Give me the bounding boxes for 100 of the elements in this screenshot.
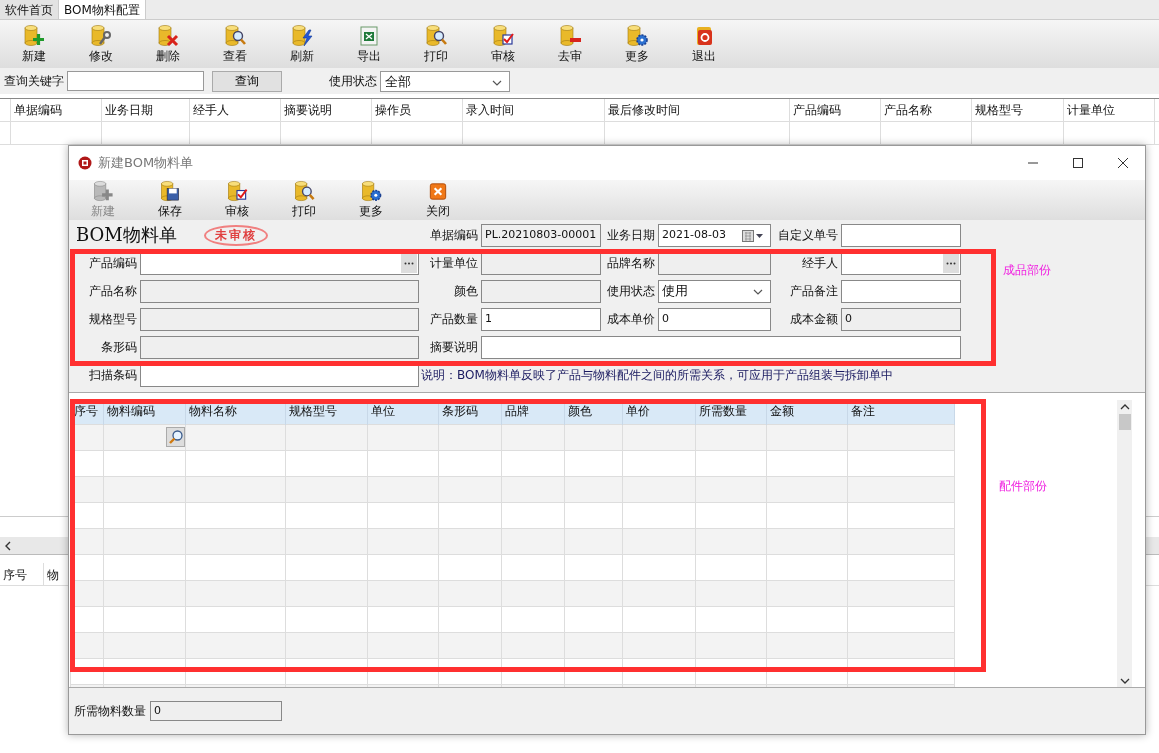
database-check-icon [490, 23, 515, 48]
field-label: 成本金额 [789, 311, 839, 328]
toolbar-button[interactable]: 导出 [335, 20, 402, 68]
column-header: 业务日期 [102, 99, 190, 121]
field-label: 产品编码 [88, 255, 138, 272]
toolbar-button[interactable]: 修改 [67, 20, 134, 68]
search-button[interactable] [166, 426, 185, 447]
column-header: 经手人 [190, 99, 281, 121]
input-field[interactable] [841, 223, 961, 247]
field-label: 颜色 [453, 283, 479, 300]
ellipsis-icon[interactable] [943, 254, 959, 273]
app-icon [78, 156, 92, 170]
column-header: 操作员 [372, 99, 463, 121]
field-label: 产品数量 [429, 311, 479, 328]
readonly-field[interactable] [140, 280, 419, 303]
field-label: 规格型号 [88, 311, 138, 328]
readonly-field[interactable] [481, 280, 601, 303]
readonly-field[interactable]: 0 [841, 308, 961, 331]
readonly-field[interactable] [481, 252, 601, 275]
dropdown-field[interactable]: 使用 [658, 280, 771, 303]
readonly-field[interactable] [140, 336, 419, 359]
search-label: 查询关键字 [4, 72, 64, 90]
database-magnifier-icon [222, 23, 247, 48]
field-label: 自定义单号 [777, 226, 839, 244]
maximize-icon[interactable] [1072, 157, 1084, 169]
readonly-field[interactable] [140, 308, 419, 331]
toolbar-button[interactable]: 打印 [270, 180, 337, 220]
field-label: 使用状态 [606, 283, 656, 300]
toolbar-button[interactable]: 退出 [670, 20, 737, 68]
column-header: 录入时间 [463, 99, 605, 121]
readonly-field[interactable]: PL.20210803-00001 [481, 223, 601, 247]
field-label: 产品备注 [789, 283, 839, 300]
window-title: 新建BOM物料单 [98, 154, 194, 172]
form-title: BOM物料单 [76, 223, 177, 247]
database-magnifier-icon [423, 23, 448, 48]
toolbar-button[interactable]: 去审 [536, 20, 603, 68]
input-field[interactable]: 0 [658, 308, 771, 331]
scroll-down-icon [1119, 677, 1130, 685]
column-header: 最后修改时间 [605, 99, 790, 121]
search-button[interactable]: 查询 [212, 70, 282, 92]
field-label: 扫描条码 [88, 367, 138, 384]
field-label: 摘要说明 [429, 339, 479, 356]
field-label: 经手人 [801, 255, 839, 272]
toolbar-button[interactable]: 更多 [603, 20, 670, 68]
annotation-text: 配件部份 [999, 478, 1047, 495]
date-field[interactable]: 2021-08-03 [658, 223, 771, 247]
column-header: 规格型号 [972, 99, 1064, 121]
lookup-field[interactable] [140, 252, 419, 275]
close-icon[interactable] [1117, 157, 1129, 169]
database-key-icon [88, 23, 113, 48]
toolbar-button[interactable]: 审核 [469, 20, 536, 68]
scroll-left-icon [3, 540, 13, 551]
column-header: 摘要说明 [281, 99, 372, 121]
toolbar-button[interactable]: 保存 [136, 180, 203, 220]
scroll-up-icon [1119, 403, 1130, 411]
scrollbar-thumb[interactable] [1118, 414, 1131, 430]
readonly-field[interactable] [658, 252, 771, 275]
input-field[interactable] [841, 280, 961, 303]
status-stamp: 未审核 [203, 224, 268, 246]
tab[interactable]: BOM物料配置 [59, 0, 146, 19]
database-plus-icon [21, 23, 46, 48]
toolbar-button[interactable]: 审核 [203, 180, 270, 220]
status-label: 使用状态 [329, 72, 377, 90]
description-text: 说明：BOM物料单反映了产品与物料配件之间的所需关系，可应用于产品组装与拆卸单中 [420, 367, 894, 384]
input-field[interactable]: 1 [481, 308, 601, 331]
database-lightning-icon [289, 23, 314, 48]
database-gear-icon [624, 23, 649, 48]
column-header: 单据编码 [11, 99, 102, 121]
field-label: 业务日期 [606, 226, 656, 244]
ellipsis-icon[interactable] [401, 254, 417, 273]
chevron-down-icon [753, 289, 763, 295]
tab[interactable]: 软件首页 [0, 0, 59, 19]
toolbar-button[interactable]: 刷新 [268, 20, 335, 68]
input-field[interactable] [481, 336, 961, 359]
field-label: 产品名称 [88, 283, 138, 300]
toolbar-button[interactable]: 删除 [134, 20, 201, 68]
toolbar-button[interactable]: 查看 [201, 20, 268, 68]
search-field[interactable] [67, 71, 204, 91]
chevron-down-icon [492, 79, 502, 86]
field-label: 单据编码 [429, 226, 479, 244]
column-header: 序号 [0, 563, 44, 585]
field-label: 条形码 [100, 339, 138, 356]
vertical-scrollbar[interactable] [1117, 400, 1132, 687]
annotation-text: 成品部份 [1003, 262, 1051, 279]
column-header: 计量单位 [1064, 99, 1155, 121]
field-label: 所需物料数量 [74, 702, 147, 720]
lookup-field[interactable] [841, 252, 961, 275]
toolbar-button[interactable]: 关闭 [404, 180, 471, 220]
database-minus-icon [557, 23, 582, 48]
column-header: 产品编码 [790, 99, 881, 121]
toolbar-button[interactable]: 更多 [337, 180, 404, 220]
field-label: 成本单价 [606, 311, 656, 328]
input-field[interactable] [140, 364, 419, 387]
toolbar-button[interactable]: 打印 [402, 20, 469, 68]
readonly-field: 0 [150, 701, 282, 721]
field-label: 计量单位 [429, 255, 479, 272]
toolbar-button[interactable]: 新建 [0, 20, 67, 68]
database-cross-icon [155, 23, 180, 48]
status-dropdown[interactable]: 全部 [380, 70, 510, 92]
calendar-icon [742, 229, 764, 242]
